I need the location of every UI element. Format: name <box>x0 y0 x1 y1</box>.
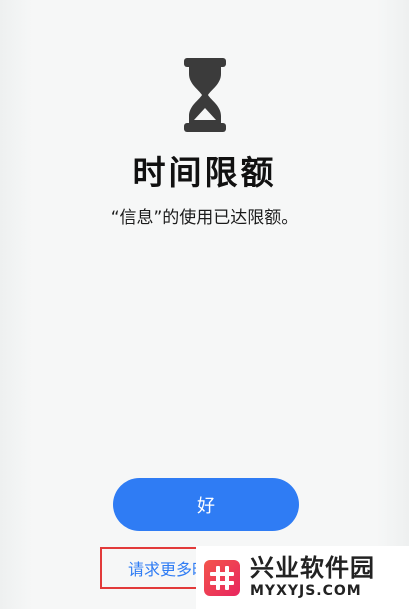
page-title: 时间限额 <box>132 153 277 192</box>
request-more-time-link[interactable]: 请求更多时间 <box>128 556 202 580</box>
request-more-time-highlight[interactable]: 请求更多时间 <box>100 547 204 589</box>
watermark-text: 兴业软件园 MYXYJS.COM <box>250 554 375 600</box>
limit-message: “信息”的使用已达限额。 <box>110 208 299 228</box>
screen-time-limit-screen: 时间限额 “信息”的使用已达限额。 好 请求更多时间 兴业软件园 MYXYJS.… <box>0 0 409 609</box>
watermark-name: 兴业软件园 <box>250 554 375 583</box>
hourglass-icon <box>183 58 227 132</box>
watermark-banner: 兴业软件园 MYXYJS.COM <box>196 546 409 609</box>
hash-logo-icon <box>204 559 240 596</box>
ok-button[interactable]: 好 <box>113 478 299 531</box>
watermark-domain: MYXYJS.COM <box>250 583 362 600</box>
